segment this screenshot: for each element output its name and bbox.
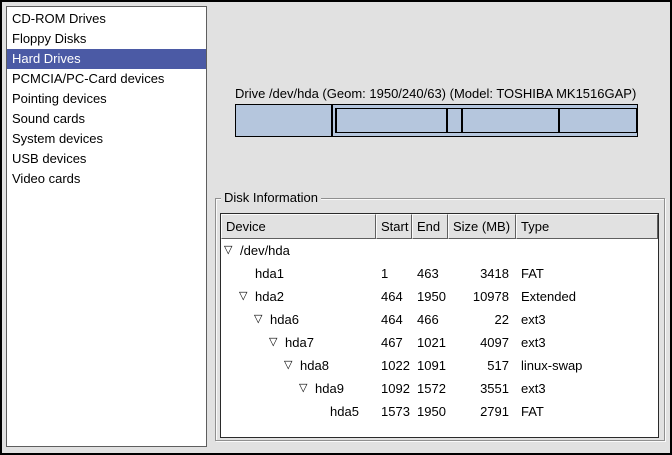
cell-size: 3551 bbox=[448, 377, 516, 400]
cell-device: ▽hda2 bbox=[221, 285, 376, 308]
cell-start: 1 bbox=[376, 262, 412, 285]
cell-start: 464 bbox=[376, 308, 412, 331]
sidebar-item-sound-cards[interactable]: Sound cards bbox=[7, 109, 206, 129]
cell-type: FAT bbox=[516, 262, 658, 285]
table-row-hda9[interactable]: ▽hda9109215723551ext3 bbox=[221, 377, 658, 400]
sidebar-item-cd-rom-drives[interactable]: CD-ROM Drives bbox=[7, 9, 206, 29]
cell-type: ext3 bbox=[516, 377, 658, 400]
cell-end: 463 bbox=[412, 262, 448, 285]
table-row-dev-hda[interactable]: ▽/dev/hda bbox=[221, 239, 658, 262]
disk-table-header: DeviceStartEndSize (MB)Type bbox=[221, 214, 658, 239]
cell-end: 1950 bbox=[412, 285, 448, 308]
tree-indent bbox=[221, 277, 239, 278]
disk-information-frame: Disk Information DeviceStartEndSize (MB)… bbox=[215, 198, 665, 441]
cell-device: ▽hda8 bbox=[221, 354, 376, 377]
sidebar-item-video-cards[interactable]: Video cards bbox=[7, 169, 206, 189]
expander-icon[interactable]: ▽ bbox=[224, 239, 240, 262]
cell-end: 1950 bbox=[412, 400, 448, 423]
cell-device: ▽/dev/hda bbox=[221, 239, 376, 262]
cell-size: 3418 bbox=[448, 262, 516, 285]
tree-indent bbox=[221, 346, 269, 347]
partition-segment-hda8 bbox=[447, 108, 462, 133]
cell-size: 4097 bbox=[448, 331, 516, 354]
cell-size: 22 bbox=[448, 308, 516, 331]
disk-table-body: ▽/dev/hdahda114633418FAT▽hda246419501097… bbox=[221, 239, 658, 437]
partition-segment-hda5 bbox=[559, 108, 637, 133]
cell-type: FAT bbox=[516, 400, 658, 423]
device-category-list: CD-ROM DrivesFloppy DisksHard DrivesPCMC… bbox=[6, 6, 207, 447]
device-label: hda2 bbox=[255, 289, 284, 304]
disk-table: DeviceStartEndSize (MB)Type ▽/dev/hdahda… bbox=[220, 213, 659, 438]
hardware-browser-window: CD-ROM DrivesFloppy DisksHard DrivesPCMC… bbox=[0, 0, 672, 455]
sidebar-item-floppy-disks[interactable]: Floppy Disks bbox=[7, 29, 206, 49]
device-label: hda1 bbox=[255, 266, 284, 281]
sidebar-item-system-devices[interactable]: System devices bbox=[7, 129, 206, 149]
expander-icon[interactable]: ▽ bbox=[299, 377, 315, 400]
column-header-start[interactable]: Start bbox=[376, 214, 412, 239]
column-header-end[interactable]: End bbox=[412, 214, 448, 239]
tree-indent bbox=[221, 392, 299, 393]
cell-start bbox=[376, 239, 412, 262]
cell-end bbox=[412, 239, 448, 262]
table-row-hda8[interactable]: ▽hda810221091517linux-swap bbox=[221, 354, 658, 377]
device-label: hda7 bbox=[285, 335, 314, 350]
tree-indent bbox=[221, 300, 239, 301]
partition-segment-hda9 bbox=[462, 108, 559, 133]
cell-end: 1021 bbox=[412, 331, 448, 354]
expander-icon[interactable]: ▽ bbox=[254, 308, 270, 331]
cell-size bbox=[448, 239, 516, 262]
cell-device: ▽hda7 bbox=[221, 331, 376, 354]
cell-start: 467 bbox=[376, 331, 412, 354]
cell-start: 1022 bbox=[376, 354, 412, 377]
cell-device: ▽hda9 bbox=[221, 377, 376, 400]
expander-icon[interactable]: ▽ bbox=[284, 354, 300, 377]
cell-size: 517 bbox=[448, 354, 516, 377]
device-label: hda5 bbox=[330, 404, 359, 419]
table-row-hda1[interactable]: hda1 14633418FAT bbox=[221, 262, 658, 285]
tree-indent bbox=[221, 415, 314, 416]
device-label: /dev/hda bbox=[240, 243, 290, 258]
cell-device: hda5 bbox=[221, 400, 376, 423]
cell-type: linux-swap bbox=[516, 354, 658, 377]
partition-segment-hda2 bbox=[332, 104, 638, 137]
sidebar-item-usb-devices[interactable]: USB devices bbox=[7, 149, 206, 169]
expander-icon[interactable]: ▽ bbox=[269, 331, 285, 354]
column-header-device[interactable]: Device bbox=[221, 214, 376, 239]
cell-device: hda1 bbox=[221, 262, 376, 285]
table-row-hda2[interactable]: ▽hda2464195010978Extended bbox=[221, 285, 658, 308]
table-row-hda5[interactable]: hda5 157319502791FAT bbox=[221, 400, 658, 423]
partition-segment-hda7 bbox=[336, 108, 447, 133]
table-row-hda6[interactable]: ▽hda646446622ext3 bbox=[221, 308, 658, 331]
disk-information-label: Disk Information bbox=[221, 190, 321, 206]
cell-start: 1092 bbox=[376, 377, 412, 400]
column-header-type[interactable]: Type bbox=[516, 214, 658, 239]
cell-end: 466 bbox=[412, 308, 448, 331]
cell-type: ext3 bbox=[516, 331, 658, 354]
cell-type: Extended bbox=[516, 285, 658, 308]
cell-size: 10978 bbox=[448, 285, 516, 308]
sidebar-item-pcmcia-pc-card-devices[interactable]: PCMCIA/PC-Card devices bbox=[7, 69, 206, 89]
expander-icon[interactable]: ▽ bbox=[239, 285, 255, 308]
cell-start: 1573 bbox=[376, 400, 412, 423]
table-row-hda7[interactable]: ▽hda746710214097ext3 bbox=[221, 331, 658, 354]
column-header-size-mb[interactable]: Size (MB) bbox=[448, 214, 516, 239]
cell-end: 1091 bbox=[412, 354, 448, 377]
cell-start: 464 bbox=[376, 285, 412, 308]
cell-type: ext3 bbox=[516, 308, 658, 331]
sidebar-item-pointing-devices[interactable]: Pointing devices bbox=[7, 89, 206, 109]
device-label: hda9 bbox=[315, 381, 344, 396]
tree-indent bbox=[221, 369, 284, 370]
device-label: hda6 bbox=[270, 312, 299, 327]
cell-device: ▽hda6 bbox=[221, 308, 376, 331]
extended-partition-inner bbox=[335, 108, 635, 133]
partition-bar bbox=[235, 104, 638, 137]
cell-end: 1572 bbox=[412, 377, 448, 400]
drive-title: Drive /dev/hda (Geom: 1950/240/63) (Mode… bbox=[235, 86, 636, 101]
cell-type bbox=[516, 239, 658, 262]
sidebar-item-hard-drives[interactable]: Hard Drives bbox=[7, 49, 206, 69]
cell-size: 2791 bbox=[448, 400, 516, 423]
device-label: hda8 bbox=[300, 358, 329, 373]
partition-segment-hda1 bbox=[235, 104, 332, 137]
tree-indent bbox=[221, 323, 254, 324]
